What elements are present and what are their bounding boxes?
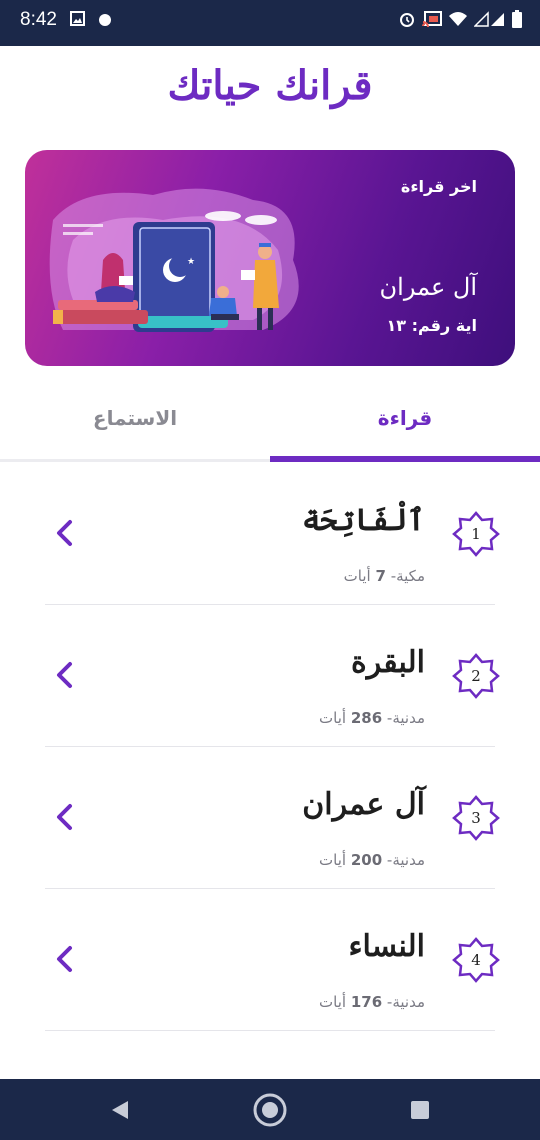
chevron-left-icon[interactable] xyxy=(52,660,76,690)
app-title: قرانك حياتك xyxy=(167,62,373,109)
surah-row[interactable]: 3 آل عمران مدنية- 200 أيات xyxy=(0,747,540,889)
surah-number: 3 xyxy=(471,809,481,827)
back-icon xyxy=(112,1100,128,1119)
surah-row[interactable]: 2 البقرة مدنية- 286 أيات xyxy=(0,605,540,747)
surah-name: آل عمران xyxy=(302,787,425,822)
navigation-bar xyxy=(0,1079,540,1140)
surah-number-badge: 4 xyxy=(452,936,500,984)
reading-illustration: ★ xyxy=(49,188,299,332)
surah-list: 1 ٱلْفَاتِحَة مكية- 7 أيات 2 البقرة مدني… xyxy=(0,463,540,1031)
tab-bar: قراءة الاستماع xyxy=(0,385,540,463)
status-time: 8:42 xyxy=(20,9,57,30)
home-button[interactable] xyxy=(240,1079,300,1140)
surah-meta: مكية- 7 أيات xyxy=(343,567,425,585)
alarm-icon xyxy=(398,10,416,32)
signal-icon xyxy=(473,11,506,31)
surah-name: النساء xyxy=(348,929,425,964)
surah-meta: مدنية- 176 أيات xyxy=(319,993,425,1011)
chevron-left-icon[interactable] xyxy=(52,518,76,548)
tab-listening[interactable]: الاستماع xyxy=(0,385,270,455)
surah-row[interactable]: 1 ٱلْفَاتِحَة مكية- 7 أيات xyxy=(0,463,540,605)
wifi-icon xyxy=(448,11,468,31)
image-icon xyxy=(70,11,85,30)
surah-number-badge: 2 xyxy=(452,652,500,700)
recents-button[interactable] xyxy=(390,1079,450,1140)
surah-row[interactable]: 4 النساء مدنية- 176 أيات xyxy=(0,889,540,1031)
surah-meta: مدنية- 200 أيات xyxy=(319,851,425,869)
chevron-left-icon[interactable] xyxy=(52,802,76,832)
cast-icon xyxy=(422,11,442,31)
surah-number-badge: 1 xyxy=(452,510,500,558)
surah-name: ٱلْفَاتِحَة xyxy=(301,503,425,538)
svg-text:★: ★ xyxy=(187,257,195,267)
surah-number: 2 xyxy=(471,667,481,685)
row-divider xyxy=(45,1030,495,1031)
dot-icon xyxy=(99,11,111,30)
last-read-ayah: اية رقم: ١٣ xyxy=(386,316,478,335)
last-read-label: اخر قراءة xyxy=(400,177,477,196)
surah-meta: مدنية- 286 أيات xyxy=(319,709,425,727)
status-bar: 8:42 xyxy=(0,0,540,46)
surah-number: 4 xyxy=(471,951,481,969)
tab-indicator xyxy=(270,456,540,462)
chevron-left-icon[interactable] xyxy=(52,944,76,974)
tab-reading[interactable]: قراءة xyxy=(270,385,540,455)
surah-name: البقرة xyxy=(351,645,425,680)
last-read-surah: آل عمران xyxy=(379,273,477,301)
home-icon xyxy=(253,1093,287,1126)
recents-icon xyxy=(411,1100,429,1119)
surah-number-badge: 3 xyxy=(452,794,500,842)
tab-divider xyxy=(0,459,270,462)
back-button[interactable] xyxy=(90,1079,150,1140)
surah-number: 1 xyxy=(471,525,481,543)
last-read-card[interactable]: ★ اخر قراءة آل عمران اية رقم: ١٣ xyxy=(25,150,515,366)
battery-icon xyxy=(512,10,522,32)
